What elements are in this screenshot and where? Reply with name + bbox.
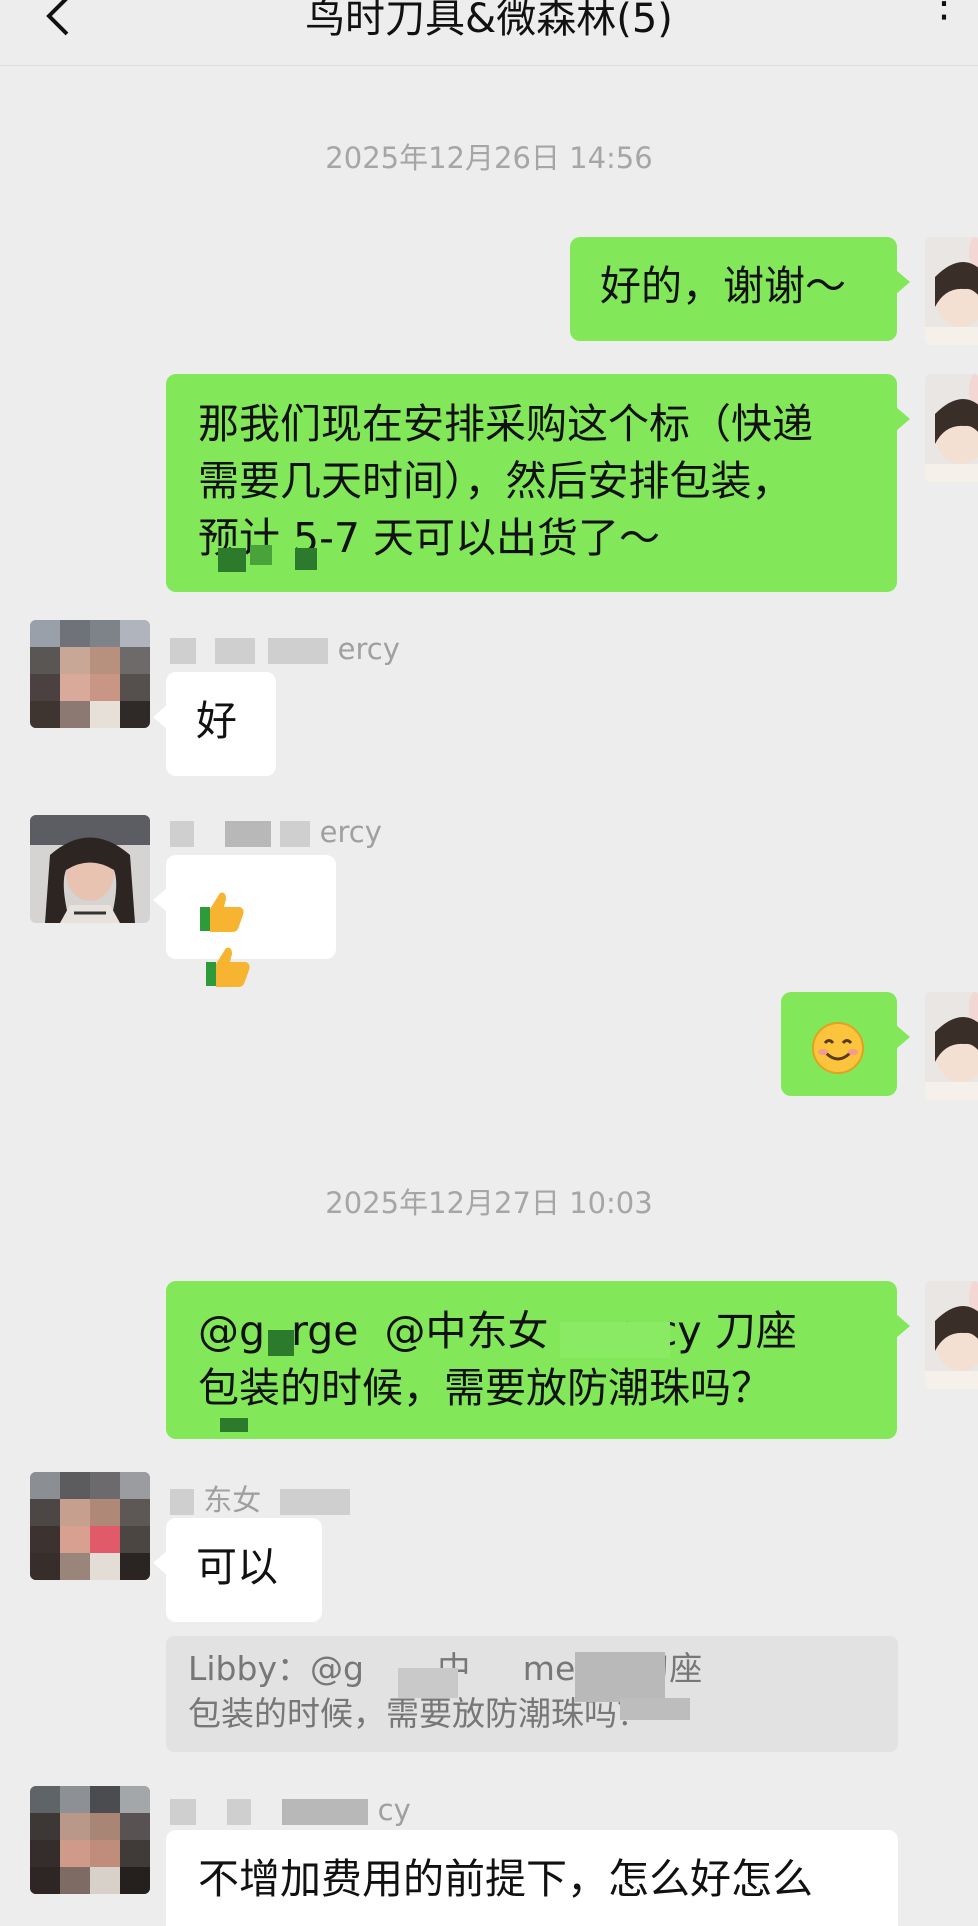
sender-name: ercy <box>170 632 400 666</box>
sender-name-visible: ercy <box>337 632 400 666</box>
blur-block <box>215 638 256 664</box>
message-bubble-outgoing[interactable]: @g rge @中东女 ercy 刀座 包装的时候，需要放防潮珠吗？ <box>166 1281 910 1439</box>
message-bubble-incoming[interactable] <box>153 855 336 987</box>
mosaic-block <box>268 1330 294 1356</box>
blur-block <box>225 821 272 847</box>
message-bubble-outgoing[interactable]: 那我们现在安排采购这个标（快递 需要几天时间），然后安排包装， 预计 5-7 天… <box>166 374 910 592</box>
message-line: 需要几天时间），然后安排包装， <box>198 457 793 505</box>
self-avatar[interactable] <box>925 992 978 1100</box>
blur-block <box>170 821 194 847</box>
sender-name-visible: 东女 <box>203 1483 262 1517</box>
mosaic-block <box>560 1322 670 1358</box>
sender-name: 东女 <box>170 1477 351 1519</box>
message-bubble-outgoing[interactable] <box>781 992 910 1096</box>
contact-avatar[interactable] <box>30 1472 150 1580</box>
blur-block <box>268 638 329 664</box>
thumbs-up-icon <box>200 892 244 932</box>
sender-name: ercy <box>170 815 382 849</box>
contact-avatar[interactable] <box>30 620 150 728</box>
mosaic-block <box>295 548 317 570</box>
mosaic-block <box>575 1652 665 1702</box>
chat-title: 鸟时刀具&微森林(5) <box>305 0 673 42</box>
blur-block <box>170 1489 194 1515</box>
quote-line: 包装的时候，需要放防潮珠吗？ <box>188 1694 650 1733</box>
blur-block <box>170 1799 196 1825</box>
message-bubble-incoming[interactable]: 好 <box>153 672 276 776</box>
message-bubble-incoming[interactable]: 不增加费用的前提下，怎么好怎么 <box>166 1830 898 1926</box>
message-bubble-incoming[interactable]: 可以 <box>153 1518 322 1622</box>
quote-line: Libby：@g 中 mercy 刀座 <box>188 1649 703 1688</box>
contact-avatar[interactable] <box>30 1786 150 1894</box>
self-avatar[interactable] <box>925 1281 978 1389</box>
message-text: 可以 <box>196 1543 278 1591</box>
message-bubble-outgoing[interactable]: 好的，谢谢～ <box>570 237 910 341</box>
chat-header: 鸟时刀具&微森林(5) ⋮ <box>0 0 978 66</box>
blur-block <box>227 1799 252 1825</box>
blur-block <box>282 1799 369 1825</box>
message-line: @g rge @中东女 ercy 刀座 <box>198 1307 797 1355</box>
message-line: 包装的时候，需要放防潮珠吗？ <box>198 1364 772 1412</box>
mosaic-block <box>620 1698 690 1720</box>
mosaic-block <box>220 1418 248 1432</box>
more-dots-icon[interactable]: ⋮ <box>924 0 964 26</box>
self-avatar[interactable] <box>925 374 978 482</box>
quoted-message[interactable]: Libby：@g 中 mercy 刀座 包装的时候，需要放防潮珠吗？ <box>166 1636 898 1752</box>
message-text: 不增加费用的前提下，怎么好怎么 <box>198 1855 813 1903</box>
contact-avatar[interactable] <box>30 815 150 923</box>
thumbs-up-icon <box>206 947 250 987</box>
message-timestamp: 2025年12月26日 14:56 <box>325 141 653 175</box>
message-line: 那我们现在安排采购这个标（快递 <box>198 400 813 448</box>
smiling-face-icon <box>812 1022 864 1074</box>
blur-block <box>280 1489 351 1515</box>
mosaic-block <box>398 1668 458 1698</box>
sender-name-visible: ercy <box>319 815 382 849</box>
mosaic-block <box>218 548 246 572</box>
self-avatar[interactable] <box>925 237 978 345</box>
message-text: 好的，谢谢～ <box>600 262 846 310</box>
blur-block <box>280 821 311 847</box>
sender-name-visible: cy <box>377 1793 411 1827</box>
message-timestamp: 2025年12月27日 10:03 <box>325 1186 653 1220</box>
mosaic-block <box>250 545 272 565</box>
message-text: 好 <box>196 697 237 745</box>
sender-name: cy <box>170 1793 411 1827</box>
blur-block <box>170 638 196 664</box>
